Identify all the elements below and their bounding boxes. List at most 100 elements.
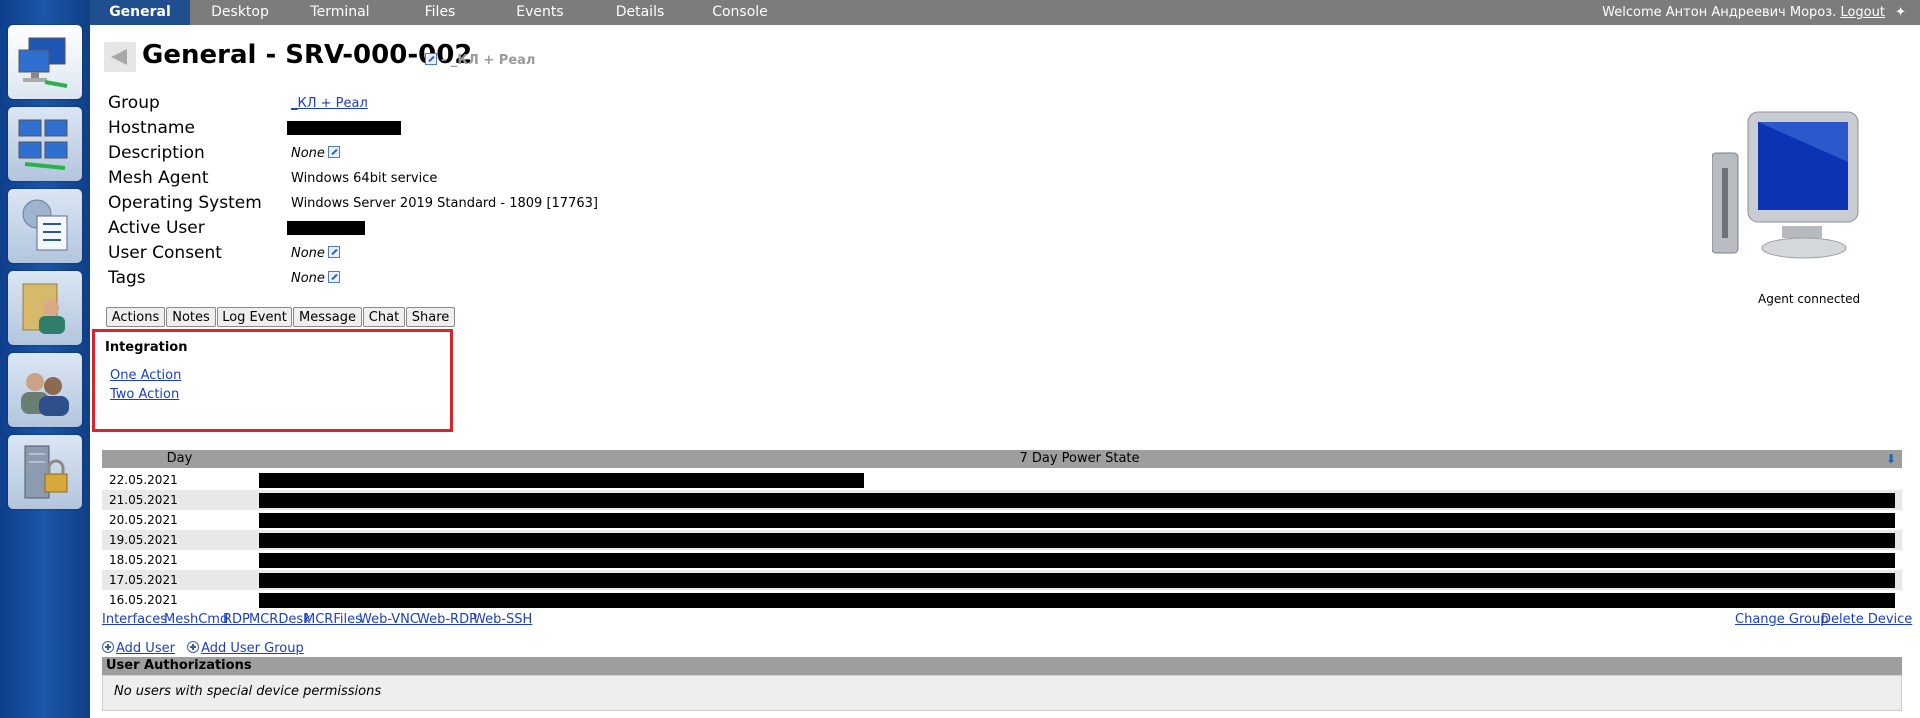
mesh-agent-label: Mesh Agent [108,168,209,188]
power-state-bar [259,553,1895,568]
day-cell: 22.05.2021 [109,473,178,487]
description-value: None [291,146,325,161]
two-action-link[interactable]: Two Action [110,387,179,402]
edit-name-icon[interactable] [425,53,437,65]
power-state-bar [259,593,1895,608]
day-cell: 21.05.2021 [109,493,178,507]
power-state-column-header: 7 Day Power State [257,450,1902,468]
my-devices-button[interactable] [8,25,82,99]
welcome-area: Welcome Антон Андреевич Мороз. Logout ✦ [1602,0,1906,25]
tab-console[interactable]: Console [690,0,790,25]
share-button[interactable]: Share [406,307,455,327]
power-state-bar [259,573,1895,588]
table-row: 17.05.2021 [102,570,1902,590]
logout-link[interactable]: Logout [1840,5,1885,20]
notes-button[interactable]: Notes [166,307,216,327]
edit-description-icon[interactable] [327,146,340,158]
hostname-redacted [287,121,401,135]
edit-tags-icon[interactable] [327,271,340,283]
add-user-plus-icon[interactable] [102,641,114,653]
top-tab-bar: General Desktop Terminal Files Events De… [90,0,1920,25]
computer-image [1711,108,1872,272]
my-server-button[interactable] [8,435,82,509]
integration-title: Integration [105,340,188,355]
user-authorizations-body: No users with special device permissions [102,675,1902,711]
my-events-button[interactable] [8,189,82,263]
day-cell: 19.05.2021 [109,533,178,547]
change-group-link[interactable]: Change Group [1735,612,1828,627]
tab-files[interactable]: Files [390,0,490,25]
add-user-area: Add User Add User Group [102,641,304,656]
day-cell: 20.05.2021 [109,513,178,527]
one-action-link[interactable]: One Action [110,368,181,383]
interfaces-link[interactable]: Interfaces [102,612,167,627]
my-desktop-button[interactable] [8,107,82,181]
add-user-group-link[interactable]: Add User Group [201,641,304,656]
day-cell: 17.05.2021 [109,573,178,587]
add-user-link[interactable]: Add User [116,641,175,656]
users-icon [21,373,69,416]
rdp-link[interactable]: RDP [223,612,250,627]
table-row: 18.05.2021 [102,550,1902,570]
power-state-bar [259,533,1895,548]
power-state-bar [259,473,864,488]
add-user-group-plus-icon[interactable] [187,641,200,653]
delete-device-link[interactable]: Delete Device [1821,612,1912,627]
download-icon[interactable]: ⬇ [1886,452,1896,466]
title-suffix: - _КЛ + Реал [422,53,535,68]
tab-general[interactable]: General [90,0,190,25]
tab-terminal[interactable]: Terminal [290,0,390,25]
actions-button[interactable]: Actions [106,307,165,327]
mesh-agent-value: Windows 64bit service [291,171,438,186]
description-label: Description [108,143,205,163]
user-authorizations-title: User Authorizations [106,658,252,673]
message-button[interactable]: Message [293,307,362,327]
pin-icon[interactable]: ✦ [1895,5,1906,20]
checklist-gear-icon [22,199,68,251]
my-users-button[interactable] [8,353,82,427]
multi-monitor-icon [18,119,68,170]
day-cell: 16.05.2021 [109,593,178,607]
group-label: Group [108,93,160,113]
table-row: 19.05.2021 [102,530,1902,550]
power-state-bar [259,493,1895,508]
tab-desktop[interactable]: Desktop [190,0,290,25]
log-event-button[interactable]: Log Event [217,307,292,327]
my-files-button[interactable] [8,271,82,345]
day-column-header: Day [102,450,257,468]
os-label: Operating System [108,193,262,213]
tab-details[interactable]: Details [590,0,690,25]
tags-label: Tags [108,268,146,288]
power-state-bar [259,513,1895,528]
title-group-suffix: - _КЛ + Реал [441,53,536,68]
day-cell: 18.05.2021 [109,553,178,567]
integration-box: Integration One Action Two Action [92,329,453,432]
mcrdesk-link[interactable]: MCRDesk [249,612,311,627]
user-authorizations-header: User Authorizations [102,657,1902,675]
mcrfiles-link[interactable]: MCRFiles [304,612,362,627]
edit-consent-icon[interactable] [327,246,340,258]
meshcmd-link[interactable]: MeshCmd [164,612,228,627]
active-user-redacted [287,221,365,235]
os-value: Windows Server 2019 Standard - 1809 [177… [291,196,598,211]
no-users-text: No users with special device permissions [114,684,382,699]
table-row: 20.05.2021 [102,510,1902,530]
web-ssh-link[interactable]: Web-SSH [473,612,532,627]
active-user-label: Active User [108,218,205,238]
chat-button[interactable]: Chat [363,307,405,327]
user-consent-label: User Consent [108,243,222,263]
left-sidebar [0,0,90,718]
user-folder-icon [22,283,65,334]
hostname-label: Hostname [108,118,195,138]
computer-network-icon [18,37,68,88]
server-lock-icon [24,445,68,499]
agent-status: Agent connected [1758,292,1861,306]
web-rdp-link[interactable]: Web-RDP [417,612,477,627]
user-consent-value: None [291,246,325,261]
group-link[interactable]: _КЛ + Реал [291,96,368,111]
table-row: 16.05.2021 [102,590,1902,610]
table-row: 22.05.2021 [102,470,1902,490]
back-button[interactable] [104,42,136,72]
web-vnc-link[interactable]: Web-VNC [359,612,419,627]
tab-events[interactable]: Events [490,0,590,25]
